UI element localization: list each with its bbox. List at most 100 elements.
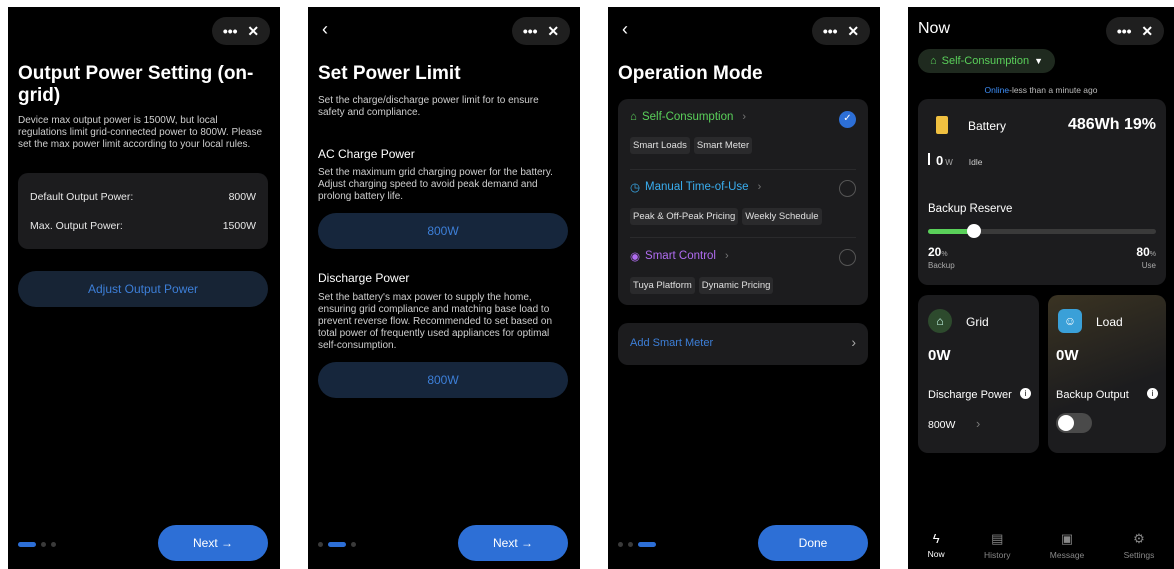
- info-icon[interactable]: i: [1020, 388, 1031, 399]
- selected-check-icon[interactable]: ✓: [839, 111, 856, 128]
- online-label: Online: [984, 85, 1010, 95]
- online-status: Online-less than a minute ago: [908, 85, 1174, 95]
- chevron-right-icon: ›: [851, 334, 856, 350]
- page-title: Now: [918, 20, 951, 37]
- nav-message[interactable]: ▣ Message: [1050, 531, 1085, 567]
- load-card[interactable]: ☺ Load 0W Backup Output i: [1048, 295, 1166, 453]
- page-title: Output Power Setting (on-grid): [18, 63, 254, 106]
- close-icon[interactable]: ✕: [847, 23, 859, 40]
- screen-now-dashboard: Now ••• ✕ ⌂ Self-Consumption ▼ Online-le…: [908, 7, 1174, 569]
- close-icon[interactable]: ✕: [247, 23, 259, 40]
- use-value-block: 80% Use: [1136, 243, 1156, 270]
- top-actions: ••• ✕: [212, 17, 270, 45]
- load-socket-icon: ☺: [1058, 309, 1082, 333]
- grid-value: 0W: [928, 347, 951, 364]
- battery-power-value: 0: [936, 153, 944, 168]
- ac-charge-value-button[interactable]: 800W: [318, 213, 568, 249]
- use-value: 80: [1136, 245, 1150, 259]
- mode-manual-tou[interactable]: ◷ Manual Time-of-Use › Peak & Off-Peak P…: [630, 180, 856, 225]
- smart-icon: ◉: [630, 251, 641, 263]
- page-dot: [41, 542, 46, 547]
- battery-label: Battery: [968, 119, 1007, 133]
- divider: [630, 237, 856, 238]
- back-icon[interactable]: ‹: [322, 19, 328, 40]
- adjust-output-button[interactable]: Adjust Output Power: [18, 271, 268, 307]
- back-icon[interactable]: ‹: [622, 19, 628, 40]
- battery-card[interactable]: Battery 486Wh 19% 0 W Idle Backup Reserv…: [918, 99, 1166, 285]
- done-button[interactable]: Done: [758, 525, 868, 561]
- backup-value-block: 20% Backup: [928, 243, 955, 270]
- nav-history[interactable]: ▤ History: [984, 531, 1010, 567]
- slider-handle[interactable]: [966, 224, 981, 238]
- power-info-card: Default Output Power: 800W Max. Output P…: [18, 173, 268, 249]
- more-icon[interactable]: •••: [823, 23, 838, 39]
- discharge-value-button[interactable]: 800W: [318, 362, 568, 398]
- chevron-right-icon: ›: [976, 416, 981, 431]
- add-smart-meter-row[interactable]: Add Smart Meter ›: [618, 323, 868, 365]
- page-description: Set the charge/discharge power limit for…: [318, 95, 539, 118]
- battery-capacity: 486Wh 19%: [1067, 116, 1156, 133]
- nav-label: Now: [927, 549, 945, 559]
- mode-list-card: ⌂ Self-Consumption › ✓ Smart Loads Smart …: [618, 99, 868, 305]
- bottom-nav: ϟ Now ▤ History ▣ Message ⚙ Settings: [908, 531, 1174, 567]
- page-dot: [51, 542, 56, 547]
- close-icon[interactable]: ✕: [1141, 23, 1153, 40]
- next-button[interactable]: Next →: [458, 525, 568, 561]
- page-dot: [18, 542, 36, 547]
- next-button[interactable]: Next →: [158, 525, 268, 561]
- page-indicator: [18, 542, 56, 547]
- page-dot: [638, 542, 656, 547]
- chevron-right-icon: ›: [742, 111, 747, 123]
- battery-power: 0 W Idle: [928, 153, 983, 168]
- more-icon[interactable]: •••: [523, 23, 538, 39]
- grid-card[interactable]: ⌂ Grid 0W Discharge Power i 800W ›: [918, 295, 1039, 453]
- history-icon: ▤: [991, 531, 1004, 546]
- mode-selector[interactable]: ⌂ Self-Consumption ▼: [918, 49, 1056, 73]
- divider: [630, 169, 856, 170]
- backup-unit: %: [941, 251, 948, 258]
- mode-tag: Smart Meter: [693, 137, 753, 154]
- mode-smart-control[interactable]: ◉ Smart Control › Tuya Platform Dynamic P…: [630, 249, 856, 294]
- mode-title: ◉ Smart Control ›: [630, 249, 856, 263]
- mode-tag: Smart Loads: [630, 137, 690, 154]
- mode-title: ◷ Manual Time-of-Use ›: [630, 180, 856, 194]
- page-dot: [618, 542, 623, 547]
- backup-output-label: Backup Output: [1056, 389, 1129, 401]
- mode-tags: Smart Loads Smart Meter: [630, 135, 856, 154]
- close-icon[interactable]: ✕: [547, 23, 559, 40]
- nav-now[interactable]: ϟ Now: [928, 531, 945, 567]
- page-indicator: [318, 542, 356, 547]
- mode-tags: Tuya Platform Dynamic Pricing: [630, 275, 856, 294]
- nav-label: Settings: [1123, 550, 1155, 560]
- load-value: 0W: [1056, 347, 1079, 364]
- screen-operation-mode: ‹ ••• ✕ Operation Mode ⌂ Self-Consumptio…: [608, 7, 880, 569]
- radio-button[interactable]: [839, 180, 856, 197]
- default-output-value: 800W: [228, 191, 256, 203]
- discharge-description: Set the battery's max power to supply th…: [318, 292, 553, 351]
- mode-name: Manual Time-of-Use: [645, 181, 749, 193]
- add-smart-meter-label: Add Smart Meter: [630, 337, 714, 349]
- nav-label: History: [984, 550, 1011, 560]
- mode-title: ⌂ Self-Consumption ›: [630, 111, 856, 123]
- backup-output-toggle[interactable]: [1056, 413, 1092, 433]
- discharge-power-value[interactable]: 800W: [928, 419, 955, 431]
- radio-button[interactable]: [839, 249, 856, 266]
- mode-tag: Tuya Platform: [630, 277, 695, 294]
- mode-tag: Dynamic Pricing: [698, 277, 774, 294]
- use-caption: Use: [1141, 261, 1156, 270]
- more-icon[interactable]: •••: [1117, 23, 1132, 39]
- mode-self-consumption[interactable]: ⌂ Self-Consumption › ✓ Smart Loads Smart …: [630, 111, 856, 154]
- grid-house-icon: ⌂: [928, 309, 952, 333]
- home-icon: ⌂: [930, 55, 937, 67]
- more-icon[interactable]: •••: [223, 23, 238, 39]
- backup-reserve-slider[interactable]: [928, 224, 1156, 238]
- nav-label: Message: [1049, 550, 1085, 560]
- gear-icon: ⚙: [1133, 531, 1145, 546]
- load-label: Load: [1096, 315, 1123, 329]
- online-time: -less than a minute ago: [1009, 85, 1098, 95]
- backup-caption: Backup: [928, 261, 955, 270]
- info-icon[interactable]: i: [1147, 388, 1158, 399]
- top-actions: ••• ✕: [512, 17, 570, 45]
- nav-settings[interactable]: ⚙ Settings: [1124, 531, 1155, 567]
- mode-selector-label: Self-Consumption: [941, 55, 1030, 67]
